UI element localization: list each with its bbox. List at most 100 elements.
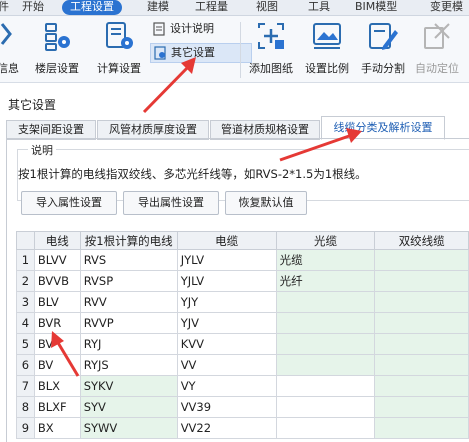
menu-modeling[interactable]: 建模 [147, 0, 169, 15]
table-row: 7 BLX SYKV VY [16, 375, 469, 397]
cell-optical-cable[interactable] [275, 375, 376, 397]
row-number: 6 [16, 354, 35, 376]
settings-doc-icon [154, 46, 166, 60]
cell-cable[interactable]: YJY [176, 291, 277, 313]
menu-tools[interactable]: 工具 [308, 0, 330, 15]
menu-view[interactable]: 视图 [256, 0, 278, 15]
cell-cable[interactable]: VV39 [176, 396, 277, 418]
cell-wire[interactable]: BLVV [33, 249, 81, 271]
cell-twisted-pair[interactable] [374, 270, 469, 292]
cell-single-count-wire[interactable]: RYJ [79, 333, 178, 355]
cell-optical-cable[interactable] [275, 333, 376, 355]
cell-twisted-pair[interactable] [374, 333, 469, 355]
cell-optical-cable[interactable] [275, 417, 376, 439]
tab-pipe-spec[interactable]: 管道材质规格设置 [210, 120, 320, 140]
set-scale-button[interactable]: 设置比例 [300, 18, 354, 78]
cell-twisted-pair[interactable] [374, 249, 469, 271]
row-number: 7 [16, 375, 35, 397]
cell-wire[interactable]: BV [33, 354, 81, 376]
document-icon [153, 22, 165, 36]
cell-twisted-pair[interactable] [374, 417, 469, 439]
menu-bar: 件 开始 工程设置 建模 工程量 视图 工具 BIM模型 变更模 [0, 0, 469, 16]
cell-cable[interactable]: YJLV [176, 270, 277, 292]
table-row: 2 BVVB RVSP YJLV 光纤 [16, 270, 469, 292]
menu-change[interactable]: 变更模 [430, 0, 463, 15]
row-number: 3 [16, 291, 35, 313]
export-properties-button[interactable]: 导出属性设置 [123, 191, 219, 215]
row-number: 9 [16, 417, 35, 439]
cell-twisted-pair[interactable] [374, 291, 469, 313]
cell-twisted-pair[interactable] [374, 354, 469, 376]
cell-wire[interactable]: BVVB [33, 270, 81, 292]
cell-wire[interactable]: BV [33, 333, 81, 355]
header-rownum [16, 231, 35, 250]
cell-cable[interactable]: JYLV [176, 249, 277, 271]
header-cable: 电缆 [176, 231, 277, 250]
tab-support-spacing[interactable]: 支架间距设置 [6, 120, 96, 140]
cell-single-count-wire[interactable]: RVVP [79, 312, 178, 334]
design-notes-button[interactable]: 设计说明 [150, 20, 246, 38]
calc-settings-button[interactable]: 计算设置 [92, 18, 146, 78]
tab-duct-thickness[interactable]: 风管材质厚度设置 [97, 120, 209, 140]
cell-single-count-wire[interactable]: RYJS [79, 354, 178, 376]
floor-settings-icon [45, 23, 70, 51]
ribbon-toolbar: 信息 楼层设置 计算设置 设计说明 其它设置 添加图纸 设置比例 手动分割 自动… [0, 16, 469, 83]
cell-optical-cable[interactable]: 光缆 [275, 249, 376, 271]
table-row: 5 BV RYJ KVV [16, 333, 469, 355]
cell-optical-cable[interactable] [275, 291, 376, 313]
header-wire: 电线 [33, 231, 81, 250]
cable-table: 电线 按1根计算的电线 电缆 光缆 双绞线缆 1 BLVV RVS JYLV 光缆 2 BV… [16, 231, 469, 439]
header-twisted-pair: 双绞线缆 [374, 231, 469, 250]
cell-twisted-pair[interactable] [374, 312, 469, 334]
row-number: 8 [16, 396, 35, 418]
header-single-count-wire: 按1根计算的电线 [79, 231, 178, 250]
import-properties-button[interactable]: 导入属性设置 [21, 191, 117, 215]
cell-optical-cable[interactable] [275, 354, 376, 376]
cell-wire[interactable]: BLXF [33, 396, 81, 418]
cell-single-count-wire[interactable]: RVV [79, 291, 178, 313]
row-number: 2 [16, 270, 35, 292]
cell-single-count-wire[interactable]: SYWV [79, 417, 178, 439]
cell-single-count-wire[interactable]: SYV [79, 396, 178, 418]
menu-start[interactable]: 开始 [22, 0, 44, 15]
table-header-row: 电线 按1根计算的电线 电缆 光缆 双绞线缆 [16, 231, 469, 250]
cell-optical-cable[interactable] [275, 396, 376, 418]
cell-optical-cable[interactable]: 光纤 [275, 270, 376, 292]
menu-quantities[interactable]: 工程量 [195, 0, 228, 15]
info-icon [0, 23, 12, 45]
image-scale-icon [313, 23, 341, 49]
cell-single-count-wire[interactable]: SYKV [79, 375, 178, 397]
dialog-title: 其它设置 [8, 98, 57, 112]
cell-wire[interactable]: BX [33, 417, 81, 439]
add-drawing-button[interactable]: 添加图纸 [244, 18, 298, 78]
cell-single-count-wire[interactable]: RVS [79, 249, 178, 271]
cell-cable[interactable]: KVV [176, 333, 277, 355]
cell-single-count-wire[interactable]: RVSP [79, 270, 178, 292]
cell-cable[interactable]: VV22 [176, 417, 277, 439]
reset-defaults-button[interactable]: 恢复默认值 [225, 191, 307, 215]
menu-project-settings[interactable]: 工程设置 [62, 0, 122, 15]
other-settings-button[interactable]: 其它设置 [150, 43, 252, 63]
cell-cable[interactable]: YJV [176, 312, 277, 334]
manual-split-button[interactable]: 手动分割 [356, 18, 410, 78]
cell-twisted-pair[interactable] [374, 396, 469, 418]
table-row: 3 BLV RVV YJY [16, 291, 469, 313]
cell-wire[interactable]: BVR [33, 312, 81, 334]
cell-cable[interactable]: VY [176, 375, 277, 397]
cell-wire[interactable]: BLX [33, 375, 81, 397]
row-number: 1 [16, 249, 35, 271]
floor-settings-button[interactable]: 楼层设置 [30, 18, 84, 78]
auto-locate-button[interactable]: 自动定位 [410, 18, 464, 78]
row-number: 5 [16, 333, 35, 355]
cell-wire[interactable]: BLV [33, 291, 81, 313]
project-info-button[interactable]: 信息 [0, 18, 24, 78]
menu-file[interactable]: 件 [0, 0, 9, 15]
description-text: 按1根计算的电线指双绞线、多芯光纤线等，如RVS-2*1.5为1根线。 [18, 167, 367, 181]
menu-bim-model[interactable]: BIM模型 [355, 0, 397, 15]
header-optical-cable: 光缆 [275, 231, 376, 250]
cell-twisted-pair[interactable] [374, 375, 469, 397]
cell-cable[interactable]: VV [176, 354, 277, 376]
tab-cable-classification[interactable]: 线缆分类及解析设置 [321, 116, 445, 140]
calc-settings-icon [106, 22, 133, 49]
cell-optical-cable[interactable] [275, 312, 376, 334]
